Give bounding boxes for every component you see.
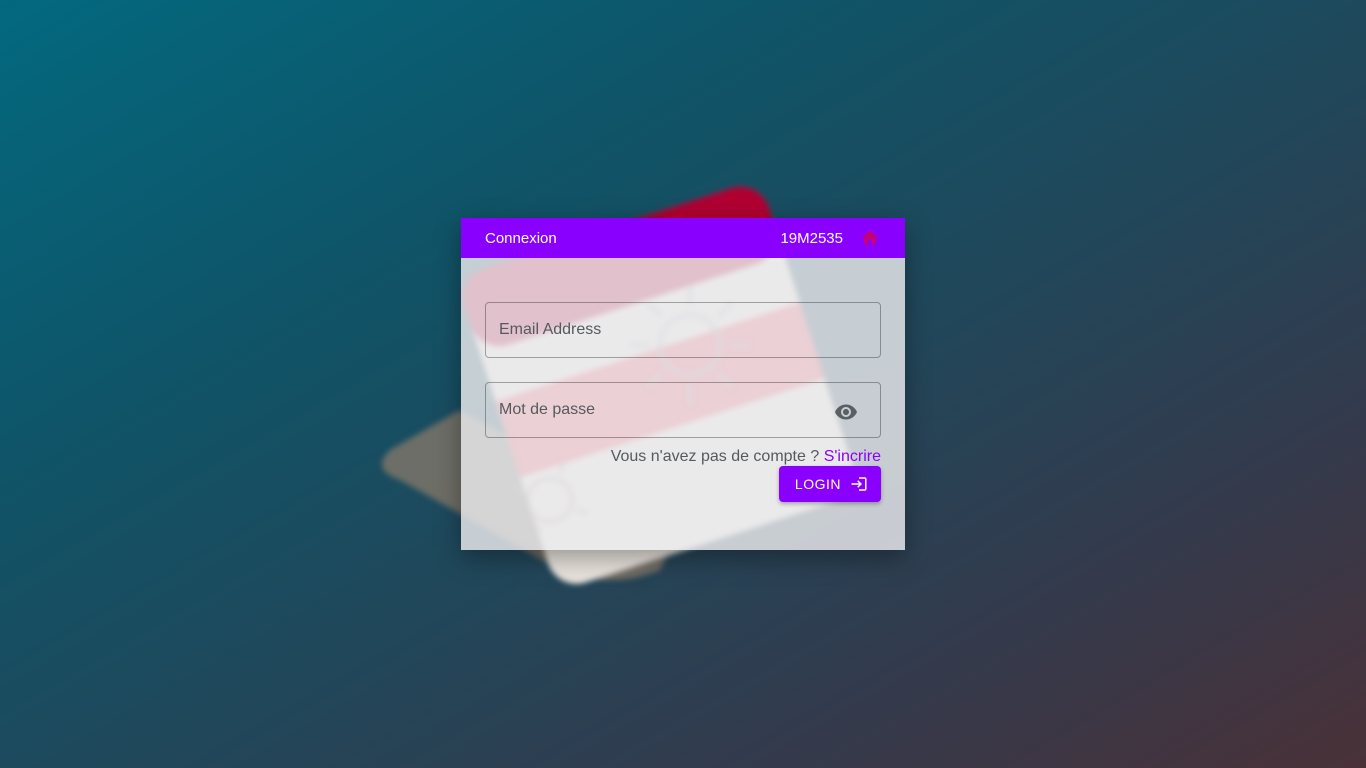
email-field-wrapper: [485, 302, 881, 358]
card-body: Vous n'avez pas de compte ? S'incrire LO…: [461, 258, 905, 550]
login-card: Connexion 19M2535 Vous n'avez pas de com…: [461, 218, 905, 550]
login-button[interactable]: LOGIN: [778, 466, 881, 502]
user-code: 19M2535: [780, 229, 843, 247]
signup-row: Vous n'avez pas de compte ? S'incrire: [485, 448, 881, 466]
password-field-wrapper: [485, 382, 881, 438]
email-field[interactable]: [486, 303, 880, 357]
login-icon: [850, 475, 868, 493]
password-field[interactable]: [486, 383, 880, 437]
card-title: Connexion: [485, 229, 557, 247]
card-header: Connexion 19M2535: [461, 218, 905, 258]
login-button-label: LOGIN: [794, 476, 841, 492]
home-icon[interactable]: [859, 227, 881, 249]
signup-prompt: Vous n'avez pas de compte ?: [610, 448, 820, 465]
signup-link[interactable]: S'incrire: [824, 448, 881, 465]
eye-icon[interactable]: [834, 400, 858, 424]
